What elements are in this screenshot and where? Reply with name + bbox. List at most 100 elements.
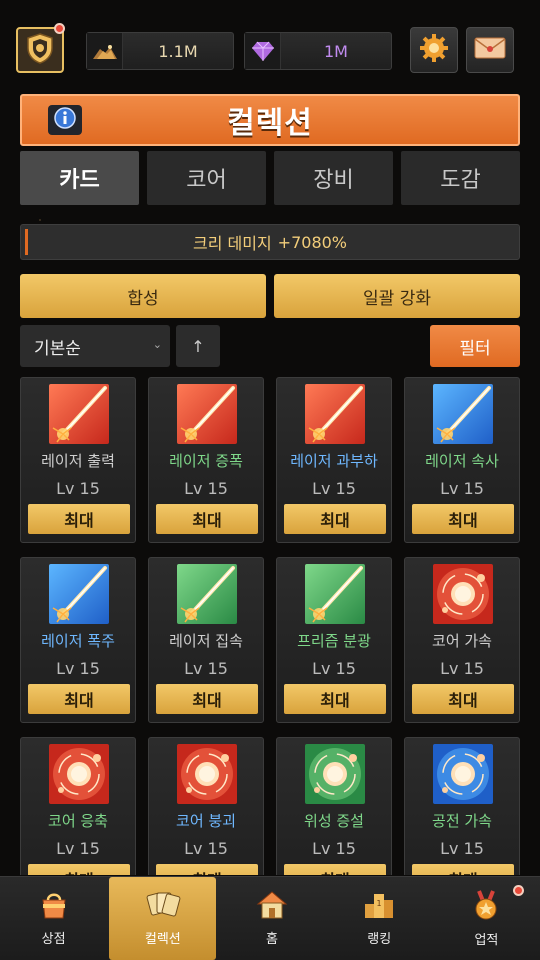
card-name: 공전 가속 [432,812,492,830]
collection-card[interactable]: 레이저 집속 Lv 15 최대 [148,557,264,723]
core-orbit-icon [433,744,493,804]
collection-card[interactable]: 코어 가속 Lv 15 최대 [404,557,520,723]
card-level: Lv 15 [184,479,228,498]
core-orbit-icon [433,564,493,624]
collection-card[interactable]: 레이저 과부하 Lv 15 최대 [276,377,392,543]
profile-badge-button[interactable] [16,23,65,73]
card-level: Lv 15 [184,839,228,858]
collection-card[interactable]: 코어 응축 Lv 15 최대 [20,737,136,875]
tab-codex[interactable]: 도감 [401,151,520,205]
nav-label: 컬렉션 [144,932,181,947]
bulk-upgrade-button[interactable]: 일괄 강화 [274,274,520,318]
laser-beam-icon [305,384,365,444]
chevron-down-icon: ⌄ [152,338,162,351]
tab-cards[interactable]: 카드 [20,151,139,205]
card-grid: 레이저 출력 Lv 15 최대 레이저 증폭 Lv 15 최대 레이저 과부하 … [20,377,520,875]
collection-card[interactable]: 레이저 속사 Lv 15 최대 [404,377,520,543]
card-level: Lv 15 [440,479,484,498]
card-max-button[interactable]: 최대 [412,864,514,875]
gold-value: 1.1M [158,41,198,61]
card-name: 위성 증설 [304,812,364,830]
svg-text:1: 1 [377,899,382,908]
bottom-navigation: 상점 컬렉션 홈 1 랭킹 업적 [0,876,540,960]
nav-label: 상점 [41,932,66,947]
medal-icon [469,889,503,925]
nav-shop[interactable]: 상점 [0,877,107,960]
card-level: Lv 15 [56,479,100,498]
mail-envelope-icon [474,36,506,64]
card-max-button[interactable]: 최대 [284,864,386,875]
collection-title-bar: 컬렉션 [20,94,520,146]
card-max-button[interactable]: 최대 [412,504,514,534]
gold-resource: 1.1M [86,32,234,70]
card-name: 프리즘 분광 [297,632,371,650]
sort-select[interactable]: 기본순 ⌄ [20,325,170,367]
card-max-button[interactable]: 최대 [28,684,130,714]
card-name: 코어 응축 [48,812,108,830]
nav-label: 홈 [266,932,278,947]
card-level: Lv 15 [440,839,484,858]
card-level: Lv 15 [312,479,356,498]
info-icon [54,107,76,133]
laser-beam-icon [305,564,365,624]
collection-card[interactable]: 프리즘 분광 Lv 15 최대 [276,557,392,723]
laser-beam-icon [177,564,237,624]
card-level: Lv 15 [184,659,228,678]
laser-beam-icon [177,384,237,444]
collection-card[interactable]: 위성 증설 Lv 15 최대 [276,737,392,875]
card-max-button[interactable]: 최대 [156,864,258,875]
gold-pile-icon [87,33,123,69]
home-icon [255,890,289,924]
card-max-button[interactable]: 최대 [412,684,514,714]
crit-bar-accent [25,229,28,255]
crit-damage-value: +7080% [277,232,347,252]
mail-button[interactable] [466,27,514,73]
nav-collection[interactable]: 컬렉션 [109,877,217,960]
page-title: 컬렉션 [227,106,313,141]
filter-button[interactable]: 필터 [430,325,520,367]
card-max-button[interactable]: 최대 [156,504,258,534]
gear-icon [419,33,449,67]
settings-button[interactable] [410,27,458,73]
notification-dot [54,23,65,34]
cards-icon [145,890,181,924]
notification-dot [513,885,525,896]
top-bar: 1.1M 1M [0,0,540,90]
tab-core[interactable]: 코어 [147,151,266,205]
shop-bag-icon [37,890,71,924]
card-max-button[interactable]: 최대 [156,684,258,714]
card-max-button[interactable]: 최대 [28,864,130,875]
laser-beam-icon [49,384,109,444]
nav-home[interactable]: 홈 [218,877,325,960]
info-button[interactable] [48,105,82,135]
gem-value: 1M [324,41,348,61]
core-orbit-icon [305,744,365,804]
sort-selected-label: 기본순 [34,338,81,359]
laser-beam-icon [49,564,109,624]
synthesize-button[interactable]: 합성 [20,274,266,318]
collection-card[interactable]: 코어 붕괴 Lv 15 최대 [148,737,264,875]
card-max-button[interactable]: 최대 [284,504,386,534]
card-max-button[interactable]: 최대 [284,684,386,714]
ranking-icon: 1 [362,890,396,924]
card-name: 코어 붕괴 [176,812,236,830]
card-name: 레이저 속사 [425,452,499,470]
shield-badge-icon [25,32,55,68]
card-level: Lv 15 [56,659,100,678]
card-level: Lv 15 [312,839,356,858]
card-name: 레이저 증폭 [169,452,243,470]
card-max-button[interactable]: 최대 [28,504,130,534]
collection-card[interactable]: 레이저 폭주 Lv 15 최대 [20,557,136,723]
nav-ranking[interactable]: 1 랭킹 [326,877,433,960]
collection-card[interactable]: 레이저 증폭 Lv 15 최대 [148,377,264,543]
gem-resource: 1M [244,32,392,70]
tab-equipment[interactable]: 장비 [274,151,393,205]
nav-achievements[interactable]: 업적 [433,877,540,960]
card-name: 레이저 과부하 [290,452,378,470]
sort-direction-button[interactable]: ↑ [176,325,220,367]
collection-tabs: 카드 코어 장비 도감 [20,151,520,205]
nav-label: 랭킹 [367,932,392,947]
collection-card[interactable]: 공전 가속 Lv 15 최대 [404,737,520,875]
card-level: Lv 15 [440,659,484,678]
collection-card[interactable]: 레이저 출력 Lv 15 최대 [20,377,136,543]
